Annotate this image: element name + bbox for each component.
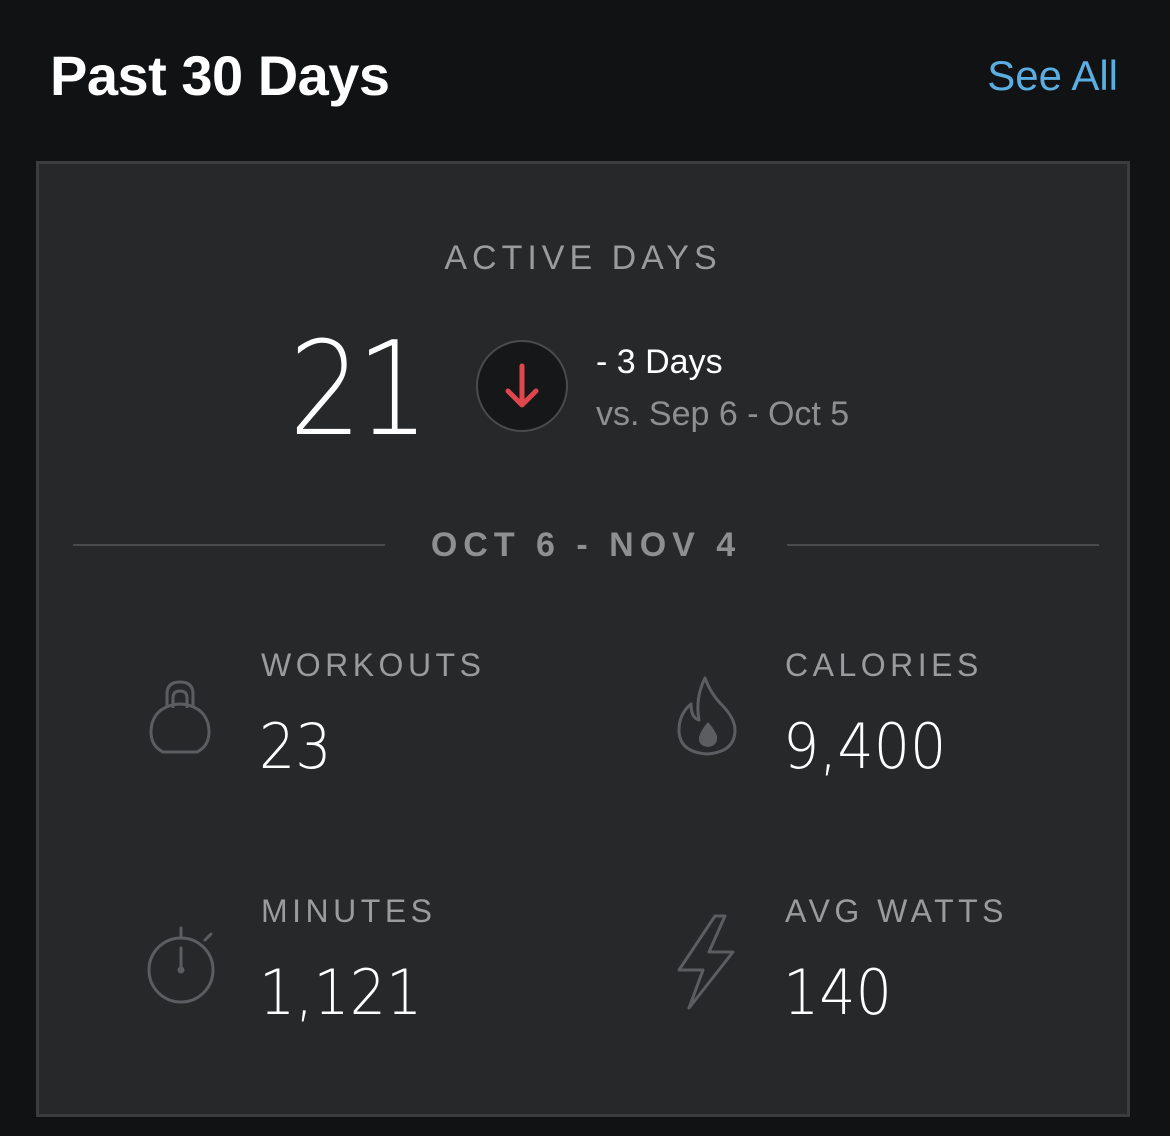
divider-right bbox=[787, 544, 1099, 546]
active-days-comparison: vs. Sep 6 - Oct 5 bbox=[596, 395, 850, 433]
active-days-value: 21 bbox=[289, 313, 429, 465]
stopwatch-icon bbox=[147, 926, 215, 1004]
see-all-link[interactable]: See All bbox=[987, 48, 1118, 104]
trend-indicator bbox=[476, 340, 568, 432]
kettlebell-icon bbox=[149, 680, 211, 754]
flame-icon bbox=[677, 676, 737, 756]
past-30-days-card: ACTIVE DAYS 21 - 3 Days vs. Sep 6 - Oct … bbox=[36, 161, 1130, 1117]
active-days-delta: - 3 Days bbox=[596, 343, 723, 381]
calories-value: 9,400 bbox=[783, 710, 947, 783]
page-title: Past 30 Days bbox=[50, 44, 390, 107]
minutes-label: MINUTES bbox=[261, 893, 437, 929]
lightning-bolt-icon bbox=[677, 914, 735, 1010]
date-range-label: OCT 6 - NOV 4 bbox=[430, 526, 742, 564]
divider-left bbox=[73, 544, 385, 546]
calories-label: CALORIES bbox=[785, 647, 983, 683]
avg-watts-value: 140 bbox=[783, 956, 892, 1029]
workouts-label: WORKOUTS bbox=[261, 647, 486, 683]
avg-watts-label: AVG WATTS bbox=[785, 893, 1009, 929]
arrow-down-icon bbox=[505, 363, 539, 408]
minutes-value: 1,121 bbox=[259, 956, 423, 1029]
active-days-label: ACTIVE DAYS bbox=[444, 239, 722, 277]
workouts-value: 23 bbox=[259, 710, 332, 783]
